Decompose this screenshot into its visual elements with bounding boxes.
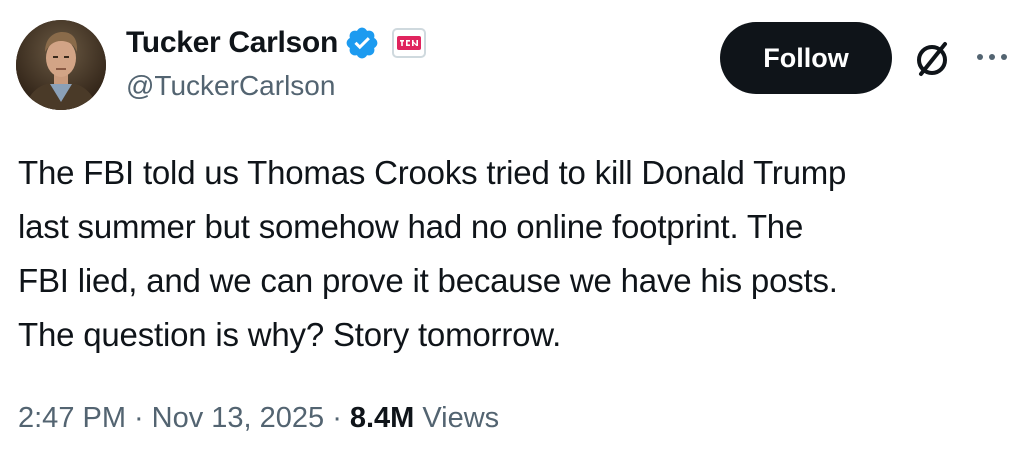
follow-button[interactable]: Follow [720,22,892,94]
avatar[interactable] [16,20,106,110]
tweet-meta: 2:47 PM · Nov 13, 2025 · 8.4M Views [18,402,499,435]
tweet-text-line: last summer but somehow had no online fo… [18,208,804,245]
tweet-text-line: The FBI told us Thomas Crooks tried to k… [18,154,847,191]
meta-separator: · [134,402,144,434]
views-count: 8.4M [349,402,415,434]
verified-badge-icon[interactable] [344,25,380,61]
tweet-time[interactable]: 2:47 PM [18,402,126,435]
tweet-card: Tucker Carlson @TuckerCarlson Follow The… [0,0,1024,469]
grok-icon[interactable] [912,38,954,80]
views-label: Views [422,402,500,434]
tweet-text-line: FBI lied, and we can prove it because we… [18,262,838,299]
author-handle[interactable]: @TuckerCarlson [126,70,335,102]
meta-separator: · [332,402,342,434]
tweet-text: The FBI told us Thomas Crooks tried to k… [18,146,1018,362]
tweet-date[interactable]: Nov 13, 2025 [152,402,325,435]
tweet-text-line: The question is why? Story tomorrow. [18,316,562,353]
more-options-icon[interactable] [972,50,1012,64]
author-name-row: Tucker Carlson [126,22,426,64]
profile-photo-icon [16,20,106,110]
author-display-name[interactable]: Tucker Carlson [126,26,338,60]
tcn-logo-icon[interactable] [391,28,426,58]
